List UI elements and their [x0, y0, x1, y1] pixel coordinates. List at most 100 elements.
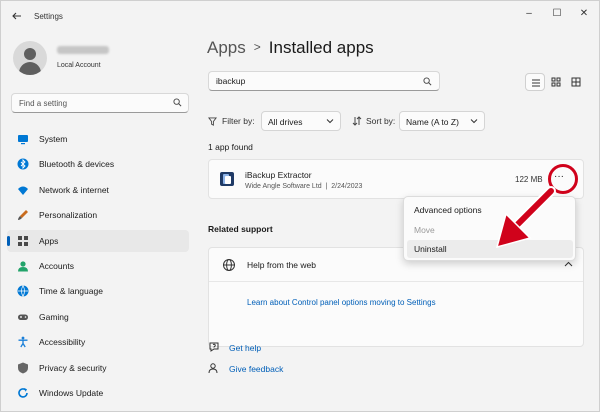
sidebar-item-label: Windows Update	[39, 388, 104, 398]
sidebar-item-bluetooth-devices[interactable]: Bluetooth & devices	[7, 153, 189, 175]
chevron-up-icon[interactable]	[564, 261, 573, 267]
sidebar: Local Account System Bluetooth & devices N…	[1, 33, 197, 411]
breadcrumb-chevron-icon: >	[253, 40, 261, 54]
app-search-input[interactable]	[209, 72, 409, 90]
sidebar-item-label: Personalization	[39, 210, 98, 221]
give-feedback-label: Give feedback	[229, 364, 284, 374]
help-from-web-label: Help from the web	[247, 260, 316, 270]
sidebar-item-time-language[interactable]: Time & language	[7, 280, 189, 302]
account-type: Local Account	[57, 62, 101, 69]
sidebar-item-accessibility[interactable]: Accessibility	[7, 331, 189, 353]
username-redacted	[57, 46, 109, 54]
shield-icon	[18, 362, 28, 374]
menu-advanced-options[interactable]: Advanced options	[407, 201, 573, 219]
menu-uninstall-label: Uninstall	[414, 244, 447, 254]
sort-group: Sort by: Name (A to Z)	[352, 111, 492, 131]
back-arrow-icon	[12, 12, 21, 20]
sidebar-item-network-internet[interactable]: Network & internet	[7, 179, 189, 201]
maximize-button[interactable]: ☐	[547, 7, 567, 21]
grid-view-button[interactable]	[566, 73, 586, 91]
apps-icon	[18, 235, 28, 246]
sidebar-item-system[interactable]: System	[7, 128, 189, 150]
breadcrumb: Apps > Installed apps	[207, 38, 374, 58]
app-name: iBackup Extractor	[245, 170, 312, 180]
menu-advanced-options-label: Advanced options	[414, 205, 482, 215]
chevron-down-icon	[326, 119, 334, 124]
search-icon[interactable]	[423, 77, 432, 86]
list-view-button[interactable]	[525, 73, 545, 91]
sidebar-item-label: System	[39, 134, 68, 144]
update-icon	[18, 388, 28, 398]
menu-uninstall[interactable]: Uninstall	[407, 240, 573, 258]
sidebar-item-accounts[interactable]: Accounts	[7, 255, 189, 277]
find-setting-input[interactable]	[12, 94, 162, 112]
meta-separator: |	[325, 183, 328, 190]
tile-view-button[interactable]	[546, 73, 566, 91]
sidebar-item-apps[interactable]: Apps	[7, 229, 189, 252]
back-button[interactable]	[9, 10, 25, 24]
tile-view-icon	[551, 77, 561, 87]
app-size: 122 MB	[515, 175, 543, 184]
sort-label: Sort by:	[366, 116, 396, 126]
grid-view-icon	[571, 77, 581, 87]
avatar-body-icon	[19, 62, 41, 75]
sidebar-item-label: Gaming	[39, 311, 69, 322]
avatar	[13, 41, 47, 75]
list-view-icon	[532, 79, 540, 87]
filter-label: Filter by:	[222, 116, 255, 126]
sidebar-item-label: Accessibility	[39, 337, 86, 348]
filter-group: Filter by: All drives	[208, 111, 348, 131]
accessibility-icon	[18, 336, 28, 348]
sidebar-item-windows-update[interactable]: Windows Update	[7, 382, 189, 404]
find-setting-search[interactable]	[11, 93, 189, 113]
app-context-menu: Advanced options Move Uninstall	[403, 196, 576, 261]
sidebar-item-label: Bluetooth & devices	[39, 159, 115, 170]
breadcrumb-apps-link[interactable]: Apps	[207, 38, 246, 57]
sidebar-item-gaming[interactable]: Gaming	[7, 306, 189, 328]
sidebar-item-label: Network & internet	[39, 184, 109, 195]
title-bar: Settings – ☐ ✕	[1, 1, 599, 33]
app-list-item[interactable]: iBackup Extractor Wide Angle Software Lt…	[208, 159, 584, 199]
sidebar-item-label: Time & language	[39, 286, 103, 297]
sidebar-item-personalization[interactable]: Personalization	[7, 204, 189, 226]
search-icon[interactable]	[173, 98, 182, 107]
help-icon	[209, 342, 219, 352]
result-count: 1 app found	[208, 142, 253, 152]
filter-icon	[208, 117, 217, 126]
bluetooth-icon	[17, 158, 29, 170]
get-help-label: Get help	[229, 343, 262, 353]
sidebar-item-label: Privacy & security	[39, 362, 107, 373]
ibackup-app-icon	[220, 172, 234, 186]
app-install-date: 2/24/2023	[331, 183, 363, 190]
menu-move: Move	[407, 221, 573, 239]
user-profile[interactable]: Local Account	[13, 41, 193, 75]
sort-icon	[352, 116, 362, 126]
sort-dropdown[interactable]: Name (A to Z)	[399, 111, 485, 131]
chevron-down-icon	[470, 119, 478, 124]
globe-icon	[223, 259, 235, 271]
person-icon	[18, 261, 28, 272]
brush-icon	[18, 210, 28, 221]
system-icon	[18, 135, 28, 145]
related-support-title: Related support	[208, 224, 273, 234]
sidebar-item-privacy-security[interactable]: Privacy & security	[7, 357, 189, 379]
feedback-icon	[208, 363, 218, 374]
globe-icon	[17, 285, 29, 298]
control-panel-link[interactable]: Learn about Control panel options moving…	[247, 298, 436, 307]
annotation-highlight-circle	[548, 164, 578, 194]
wifi-icon	[18, 186, 28, 195]
page-title: Installed apps	[268, 38, 374, 57]
related-support-card: Help from the web Learn about Control pa…	[208, 247, 584, 347]
sidebar-item-label: Accounts	[39, 261, 74, 271]
filter-dropdown[interactable]: All drives	[261, 111, 341, 131]
window-title: Settings	[34, 12, 63, 21]
sidebar-item-label: Apps	[39, 235, 59, 246]
settings-window: Settings – ☐ ✕ Local Account System Bluet…	[0, 0, 600, 412]
app-meta: Wide Angle Software Ltd | 2/24/2023	[245, 183, 362, 190]
close-button[interactable]: ✕	[574, 7, 594, 21]
avatar-head-icon	[24, 48, 36, 60]
app-search-box[interactable]	[208, 71, 440, 91]
app-publisher: Wide Angle Software Ltd	[245, 183, 322, 190]
minimize-button[interactable]: –	[519, 7, 539, 21]
gamepad-icon	[18, 314, 28, 320]
